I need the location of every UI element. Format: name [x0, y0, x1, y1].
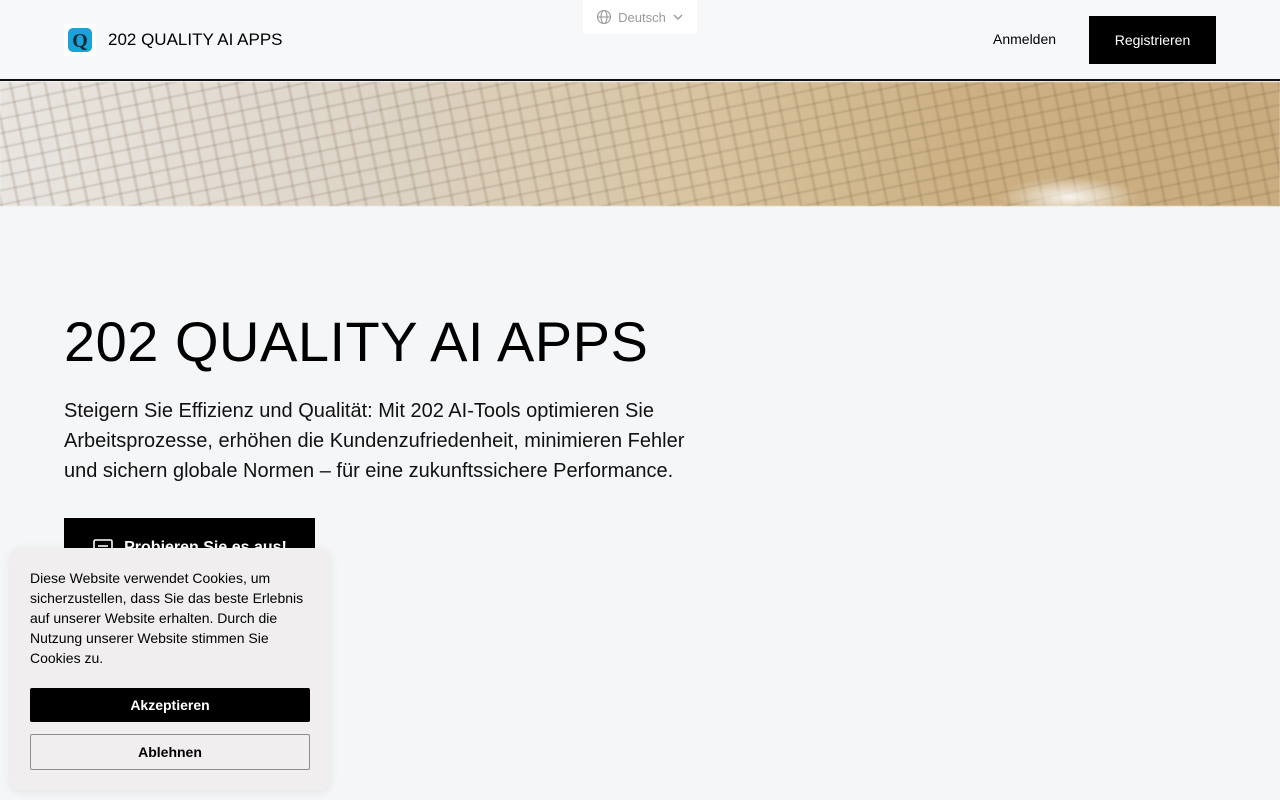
- register-button[interactable]: Registrieren: [1089, 16, 1216, 64]
- language-selector[interactable]: Deutsch: [583, 0, 697, 34]
- hero-description: Steigern Sie Effizienz und Qualität: Mit…: [64, 400, 685, 482]
- decline-cookies-button[interactable]: Ablehnen: [30, 734, 310, 770]
- chevron-down-icon: [673, 14, 683, 20]
- brand-name: 202 QUALITY AI APPS: [108, 30, 283, 49]
- svg-text:Q: Q: [72, 30, 88, 52]
- login-link[interactable]: Anmelden: [993, 31, 1056, 47]
- cookie-banner: Diese Website verwendet Cookies, um sich…: [10, 548, 330, 790]
- site-header: Q 202 QUALITY AI APPS Deutsch Anmelden R…: [0, 0, 1280, 81]
- language-label: Deutsch: [618, 9, 666, 25]
- brand-link[interactable]: Q 202 QUALITY AI APPS: [64, 24, 283, 56]
- globe-icon: [597, 9, 612, 25]
- hero-banner-image: [0, 82, 1280, 206]
- logo-icon: Q: [64, 24, 96, 56]
- page-title: 202 QUALITY AI APPS: [64, 310, 649, 373]
- accept-cookies-button[interactable]: Akzeptieren: [30, 688, 310, 722]
- cookie-text: Diese Website verwendet Cookies, um sich…: [30, 570, 304, 666]
